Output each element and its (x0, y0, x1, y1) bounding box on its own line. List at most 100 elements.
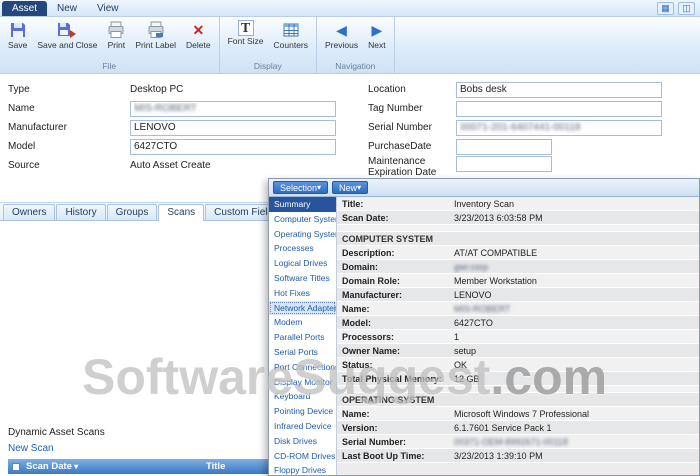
scan-section-menu-item[interactable]: Modem (269, 315, 336, 330)
scan-detail-row: Domain: gwr.corp (337, 260, 699, 274)
maintenance-expiration-input[interactable] (456, 156, 552, 172)
ribbon-tab-bar: Asset New View ▦ ◫ (0, 0, 700, 17)
field-location: Location (368, 80, 692, 99)
detail-value: AT/AT COMPATIBLE (454, 248, 538, 258)
scan-section-menu-item[interactable]: Keyboard (269, 389, 336, 404)
scan-section-menu-item[interactable]: Disk Drives (269, 434, 336, 449)
scan-detail-row: Domain Role: Member Workstation (337, 274, 699, 288)
next-button[interactable]: ▶ Next (363, 17, 390, 50)
source-value: Auto Asset Create (130, 160, 211, 171)
scan-section-menu-item[interactable]: Floppy Drives (269, 463, 336, 475)
scan-section-menu-item[interactable]: Port Connections (269, 360, 336, 375)
font-size-button[interactable]: T Font Size (223, 17, 269, 46)
inventory-scan-overlay: Selection New Summary Computer System Op… (268, 178, 700, 476)
serial-number-label: Serial Number (368, 122, 432, 133)
scan-detail-row: Name: Microsoft Windows 7 Professional (337, 407, 699, 421)
print-label-icon (147, 20, 165, 40)
previous-button[interactable]: ◀ Previous (320, 17, 363, 50)
ribbon-tab-view[interactable]: View (87, 1, 129, 16)
scan-section-menu-item[interactable]: Network Adapters (269, 300, 336, 316)
detail-label: Owner Name: (342, 346, 401, 356)
toolbar-group-display: T Font Size Counters Display (220, 17, 318, 73)
name-label: Name (8, 103, 35, 114)
scans-panel: Dynamic Asset Scans New Scan Scan Date T… (8, 425, 268, 476)
location-input[interactable] (456, 81, 662, 98)
scan-section-menu-item[interactable]: Processes (269, 241, 336, 256)
field-type: Type Desktop PC (8, 80, 358, 99)
group-label-navigation: Navigation (335, 61, 376, 71)
grid-window-icon[interactable]: ▦ (657, 2, 674, 15)
print-label-button[interactable]: Print Label (130, 17, 181, 50)
dynamic-scans-title: Dynamic Asset Scans (8, 427, 105, 438)
detail-label: Serial Number: (342, 437, 407, 447)
detail-label: Title: (342, 199, 364, 209)
type-value: Desktop PC (130, 84, 184, 95)
detail-tab[interactable]: Owners (3, 204, 56, 220)
maintenance-expiration-label: Maintenance Expiration Date (368, 156, 437, 178)
scan-section-menu-item[interactable]: Software Titles (269, 271, 336, 286)
scan-section-menu-item[interactable]: Operating System (269, 227, 336, 242)
scan-section-menu-item[interactable]: Logical Drives (269, 256, 336, 271)
source-label: Source (8, 160, 40, 171)
scan-detail-row: Model: 6427CTO (337, 316, 699, 330)
detail-value: 3/23/2013 6:03:58 PM (454, 213, 543, 223)
model-input[interactable] (130, 138, 336, 155)
serial-number-input[interactable] (456, 119, 662, 136)
detail-label: Scan Date: (342, 213, 389, 223)
detail-tab[interactable]: Groups (106, 204, 158, 220)
scan-section-menu-item[interactable]: Display Monitor (269, 375, 336, 390)
scan-section-menu-item[interactable]: CD-ROM Drives (269, 449, 336, 464)
dynamic-scans-header[interactable]: Scan Date Title (8, 459, 268, 474)
delete-button[interactable]: ✕ Delete (181, 17, 216, 50)
ribbon-tab-new[interactable]: New (47, 1, 87, 16)
scan-date-column-header[interactable]: Scan Date (26, 461, 78, 472)
detail-value: 6427CTO (454, 318, 493, 328)
panel-window-icon[interactable]: ◫ (678, 2, 695, 15)
purchase-date-input[interactable] (456, 138, 552, 155)
title-column-header[interactable]: Title (206, 461, 225, 472)
scan-section-menu-item[interactable]: Parallel Ports (269, 330, 336, 345)
scan-section-menu-item[interactable]: Summary (269, 197, 336, 212)
detail-value: OK (454, 360, 468, 370)
detail-label: OPERATING SYSTEM (342, 395, 435, 405)
scan-detail-row: Title: Inventory Scan (337, 197, 699, 211)
detail-value: Inventory Scan (454, 199, 515, 209)
scan-detail-row: Total Physical Memory: 12 GB (337, 372, 699, 386)
name-input[interactable] (130, 100, 336, 117)
scan-detail-row: Manufacturer: LENOVO (337, 288, 699, 302)
new-scan-link[interactable]: New Scan (8, 443, 54, 454)
print-button[interactable]: Print (102, 17, 130, 50)
save-and-close-button[interactable]: Save and Close (32, 17, 102, 50)
scan-section-menu-item[interactable]: Hot Fixes (269, 286, 336, 301)
scan-detail-content: Title: Inventory Scan Scan Date: 3/23/20… (337, 197, 699, 475)
scan-detail-row: OPERATING SYSTEM (337, 393, 699, 407)
scan-section-menu-item[interactable]: Pointing Device (269, 404, 336, 419)
previous-icon: ◀ (336, 22, 347, 38)
select-all-checkbox[interactable] (12, 462, 20, 471)
detail-value: 12 GB (454, 374, 480, 384)
next-icon: ▶ (371, 22, 383, 38)
detail-label: Name: (342, 409, 370, 419)
caret-down-icon (357, 181, 361, 194)
new-dropdown-button[interactable]: New (332, 181, 369, 194)
overlay-toolbar: Selection New (269, 179, 699, 197)
detail-tab[interactable]: Scans (158, 204, 205, 221)
detail-tab[interactable]: History (56, 204, 106, 220)
print-icon (107, 20, 125, 40)
ribbon-tab-asset[interactable]: Asset (2, 1, 48, 16)
scan-detail-row (337, 225, 699, 232)
tag-number-input[interactable] (456, 100, 662, 117)
scan-section-menu-item[interactable]: Computer System (269, 212, 336, 227)
scan-detail-row: Description: AT/AT COMPATIBLE (337, 246, 699, 260)
detail-value: gwr.corp (454, 262, 489, 272)
selection-dropdown-button[interactable]: Selection (273, 181, 329, 194)
detail-label: Status: (342, 360, 373, 370)
save-button[interactable]: Save (3, 17, 32, 50)
group-label-display: Display (253, 61, 282, 71)
counters-button[interactable]: Counters (269, 17, 314, 50)
scan-detail-row: Status: OK (337, 358, 699, 372)
scan-section-menu-item[interactable]: Serial Ports (269, 345, 336, 360)
manufacturer-input[interactable] (130, 119, 336, 136)
scan-detail-row (337, 386, 699, 393)
scan-section-menu-item[interactable]: Infrared Device (269, 419, 336, 434)
